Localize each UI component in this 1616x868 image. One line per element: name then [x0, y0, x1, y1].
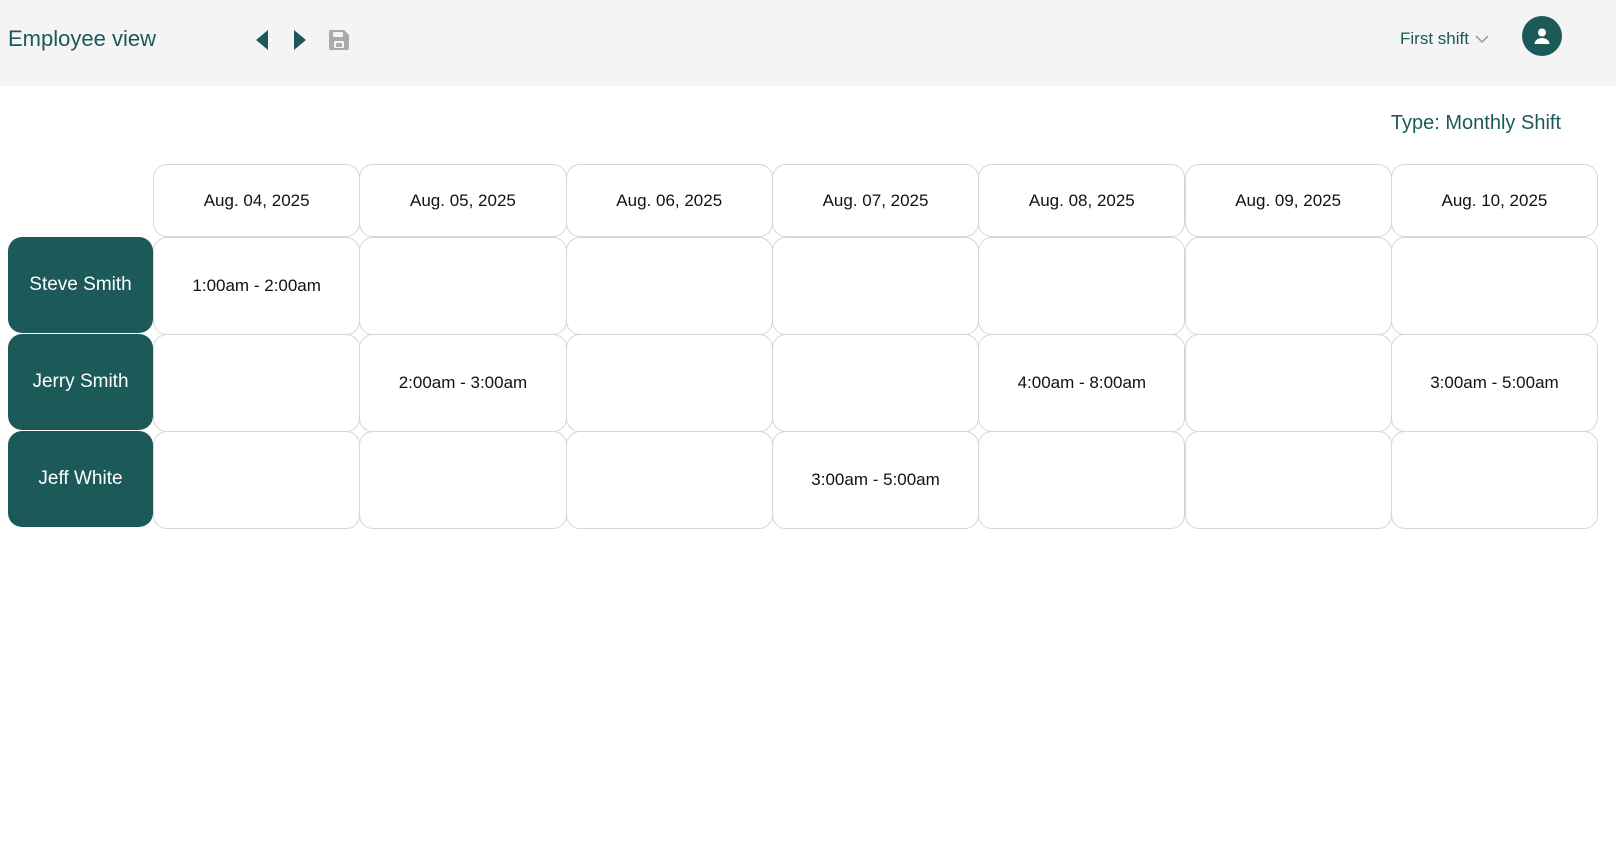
shift-cell[interactable]: [1390, 237, 1599, 335]
shift-cell[interactable]: [153, 431, 361, 529]
shift-dropdown[interactable]: First shift: [1400, 26, 1489, 52]
shift-cell[interactable]: [359, 431, 567, 529]
caret-left-icon: [256, 30, 268, 50]
shift-cell[interactable]: 2:00am - 3:00am: [359, 334, 567, 432]
chevron-down-icon: [1475, 35, 1489, 44]
shift-cell[interactable]: [1184, 237, 1392, 335]
top-bar: Employee view First shift: [0, 0, 1616, 86]
date-header: Aug. 07, 2025: [771, 164, 980, 237]
shift-cell[interactable]: [1184, 431, 1392, 529]
date-header: Aug. 09, 2025: [1184, 164, 1392, 237]
shift-cell[interactable]: 4:00am - 8:00am: [978, 334, 1186, 432]
schedule-type-label: Type: Monthly Shift: [1390, 112, 1561, 134]
date-header: Aug. 05, 2025: [359, 164, 567, 237]
shift-dropdown-value: First shift: [1400, 29, 1469, 48]
save-button[interactable]: [326, 26, 352, 54]
page-title: Employee view: [8, 26, 156, 51]
next-week-button[interactable]: [288, 26, 312, 54]
floppy-disk-icon: [328, 30, 349, 50]
shift-cell[interactable]: 1:00am - 2:00am: [153, 237, 361, 335]
date-header: Aug. 08, 2025: [978, 164, 1186, 237]
avatar[interactable]: [1522, 16, 1562, 56]
previous-week-button[interactable]: [250, 26, 274, 54]
date-header: Aug. 06, 2025: [565, 164, 773, 237]
shift-cell[interactable]: [565, 237, 773, 335]
shift-cell[interactable]: 3:00am - 5:00am: [771, 431, 980, 529]
date-header: Aug. 10, 2025: [1390, 164, 1599, 237]
shift-cell[interactable]: [771, 334, 980, 432]
date-header: Aug. 04, 2025: [153, 164, 361, 237]
shift-cell[interactable]: [978, 237, 1186, 335]
shift-cell[interactable]: [359, 237, 567, 335]
shift-cell[interactable]: [153, 334, 361, 432]
shift-cell[interactable]: [978, 431, 1186, 529]
shift-cell[interactable]: [1184, 334, 1392, 432]
employee-name-cell[interactable]: Jerry Smith: [8, 334, 153, 430]
shift-cell[interactable]: [565, 431, 773, 529]
caret-right-icon: [294, 30, 306, 50]
shift-cell[interactable]: 3:00am - 5:00am: [1390, 334, 1599, 432]
shift-cell[interactable]: [565, 334, 773, 432]
employee-name-cell[interactable]: Steve Smith: [8, 237, 153, 333]
user-icon: [1534, 28, 1550, 44]
employee-name-cell[interactable]: Jeff White: [8, 431, 153, 527]
shift-cell[interactable]: [771, 237, 980, 335]
shift-cell[interactable]: [1390, 431, 1599, 529]
